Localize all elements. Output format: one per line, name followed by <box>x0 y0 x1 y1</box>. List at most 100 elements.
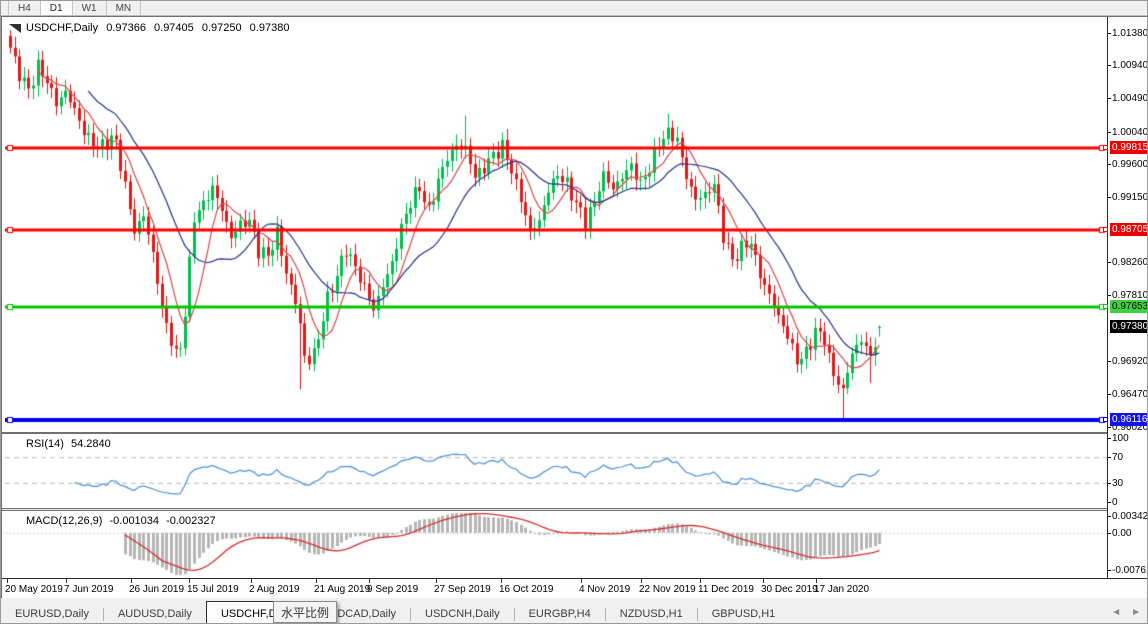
time-axis-tickmark <box>251 579 252 583</box>
tab-scroll-right-icon[interactable]: ► <box>1131 607 1141 618</box>
hline-price-label: 0.96116 <box>1110 413 1148 426</box>
date-tick-label: 16 Oct 2019 <box>499 584 554 595</box>
price-axis-tickmark <box>1108 483 1111 484</box>
rsi-label: RSI(14) 54.2840 <box>26 438 115 450</box>
price-tick-label: 0.00 <box>1112 528 1132 539</box>
mt4-window: H4 D1 W1 MN 1.01380 1.00940 1.00490 1.00040 0.9… <box>0 0 1148 624</box>
date-tick-label: 27 Sep 2019 <box>434 584 491 595</box>
hline-price-label: 0.98705 <box>1110 223 1147 236</box>
tooltip: 水平比例 <box>273 601 338 623</box>
macd-title: MACD(12,26,9) <box>26 515 103 527</box>
symbol-tab-eurgbp[interactable]: EURGBP,H4 <box>515 603 605 623</box>
price-tick-label: 0 <box>1112 497 1118 508</box>
symbol-tab-eurusd[interactable]: EURUSD,Daily <box>1 603 103 623</box>
price-axis-tickmark <box>1108 438 1111 439</box>
rsi-title: RSI(14) <box>26 438 64 450</box>
chart-area: 1.01380 1.00940 1.00490 1.00040 0.99600 0.991… <box>1 16 1148 598</box>
price-axis-tickmark <box>1108 394 1111 395</box>
time-axis-tickmark <box>501 579 502 583</box>
price-axis-tickmark <box>1108 98 1111 99</box>
chart-title: USDCHF,Daily 0.97366 0.97405 0.97250 0.9… <box>26 22 294 34</box>
time-axis-tickmark <box>316 579 317 583</box>
macd-signal-value: -0.002327 <box>166 515 216 527</box>
price-axis-tickmark <box>1108 361 1111 362</box>
price-axis-tickmark <box>1108 262 1111 263</box>
macd-value: -0.001034 <box>109 515 160 527</box>
hline-drag-handle[interactable] <box>1103 145 1108 150</box>
chart-high-value: 0.97405 <box>154 22 194 34</box>
price-tick-label: 0.003428 <box>1112 511 1148 522</box>
time-axis-tickmark <box>436 579 437 583</box>
price-tick-label: -0.007615 <box>1112 565 1147 576</box>
date-tick-label: 17 Jan 2020 <box>814 584 870 595</box>
date-tick-label: 2 Aug 2019 <box>249 584 300 595</box>
price-axis-tickmark <box>1108 33 1111 34</box>
price-tick-label: 0.99600 <box>1112 159 1148 170</box>
date-tick-label: 30 Dec 2019 <box>761 584 818 595</box>
hline-drag-handle[interactable] <box>1103 227 1108 232</box>
price-axis-tickmark <box>1108 197 1111 198</box>
price-axis-tickmark <box>1108 132 1111 133</box>
price-axis-tickmark <box>1108 427 1111 428</box>
timeframe-tab-w1[interactable]: W1 <box>73 1 107 15</box>
main-price-chart-canvas[interactable] <box>5 18 1107 432</box>
time-axis-tickmark <box>7 579 8 583</box>
date-tick-label: 15 Jul 2019 <box>187 584 239 595</box>
price-tick-label: 0.96920 <box>1112 356 1148 367</box>
chart-shift-arrow-icon[interactable] <box>9 24 21 33</box>
hline-price-label: 0.97653 <box>1110 300 1147 313</box>
tab-scroll-nav: ◄ ► <box>1111 607 1141 618</box>
price-tick-label: 30 <box>1112 478 1124 489</box>
symbol-tab-usdcnh[interactable]: USDCNH,Daily <box>411 603 514 623</box>
price-axis-tickmark <box>1108 457 1111 458</box>
hline-price-label: 0.97380 <box>1110 320 1147 333</box>
date-tick-label: 11 Dec 2019 <box>698 584 754 595</box>
rsi-indicator-canvas[interactable] <box>5 434 1107 508</box>
time-axis-tickmark <box>189 579 190 583</box>
price-axis-tickmark <box>1108 295 1111 296</box>
hline-drag-handle[interactable] <box>1103 417 1108 422</box>
chart-close-value: 0.97380 <box>249 22 290 34</box>
date-tick-label: 9 Sep 2019 <box>367 584 419 595</box>
price-axis-tickmark <box>1108 570 1111 571</box>
hline-price-label: 0.99815 <box>1110 141 1147 154</box>
time-axis-tickmark <box>641 579 642 583</box>
timeframe-tab-d1[interactable]: D1 <box>40 1 73 15</box>
price-tick-label: 100 <box>1112 433 1129 444</box>
timeframe-toolbar: H4 D1 W1 MN <box>1 1 1147 16</box>
symbol-tab-bar: EURUSD,Daily AUDUSD,Daily USDCHF,Daily USDC… <box>1 599 1147 623</box>
chart-low-value: 0.97250 <box>201 22 242 34</box>
hline-drag-handle[interactable] <box>1103 304 1108 309</box>
date-tick-label: 4 Nov 2019 <box>579 584 631 595</box>
chart-symbol-label: USDCHF,Daily <box>26 22 99 34</box>
macd-label: MACD(12,26,9) -0.001034 -0.002327 <box>26 515 220 527</box>
price-tick-label: 1.01380 <box>1112 28 1148 39</box>
price-axis-tickmark <box>1108 502 1111 503</box>
price-tick-label: 70 <box>1112 452 1124 463</box>
symbol-tab-audusd[interactable]: AUDUSD,Daily <box>104 603 206 623</box>
time-axis-tickmark <box>581 579 582 583</box>
time-axis-tickmark <box>763 579 764 583</box>
price-tick-label: 1.00040 <box>1112 127 1148 138</box>
tab-scroll-left-icon[interactable]: ◄ <box>1111 607 1121 618</box>
price-axis-tickmark <box>1108 65 1111 66</box>
timeframe-tab-h4[interactable]: H4 <box>8 1 41 15</box>
symbol-tab-nzdusd[interactable]: NZDUSD,H1 <box>606 603 697 623</box>
date-tick-label: 20 May 2019 <box>5 584 63 595</box>
time-axis-tickmark <box>66 579 67 583</box>
price-axis-tickmark <box>1108 164 1111 165</box>
price-tick-label: 1.00490 <box>1112 93 1148 104</box>
price-tick-label: 0.96470 <box>1112 389 1148 400</box>
time-axis-tickmark <box>700 579 701 583</box>
timeframe-tab-mn[interactable]: MN <box>107 1 142 15</box>
rsi-value: 54.2840 <box>70 438 111 450</box>
price-axis[interactable]: 1.01380 1.00940 1.00490 1.00040 0.99600 0.991… <box>1103 17 1148 598</box>
date-tick-label: 21 Aug 2019 <box>314 584 371 595</box>
symbol-tab-gbpusd[interactable]: GBPUSD,H1 <box>698 603 790 623</box>
price-axis-tickmark <box>1108 533 1111 534</box>
time-axis-tickmark <box>816 579 817 583</box>
time-axis[interactable]: 20 May 2019 7 Jun 2019 26 Jun 2019 15 Jul 2… <box>2 578 1147 598</box>
time-axis-tickmark <box>131 579 132 583</box>
date-tick-label: 7 Jun 2019 <box>64 584 114 595</box>
date-tick-label: 26 Jun 2019 <box>129 584 185 595</box>
